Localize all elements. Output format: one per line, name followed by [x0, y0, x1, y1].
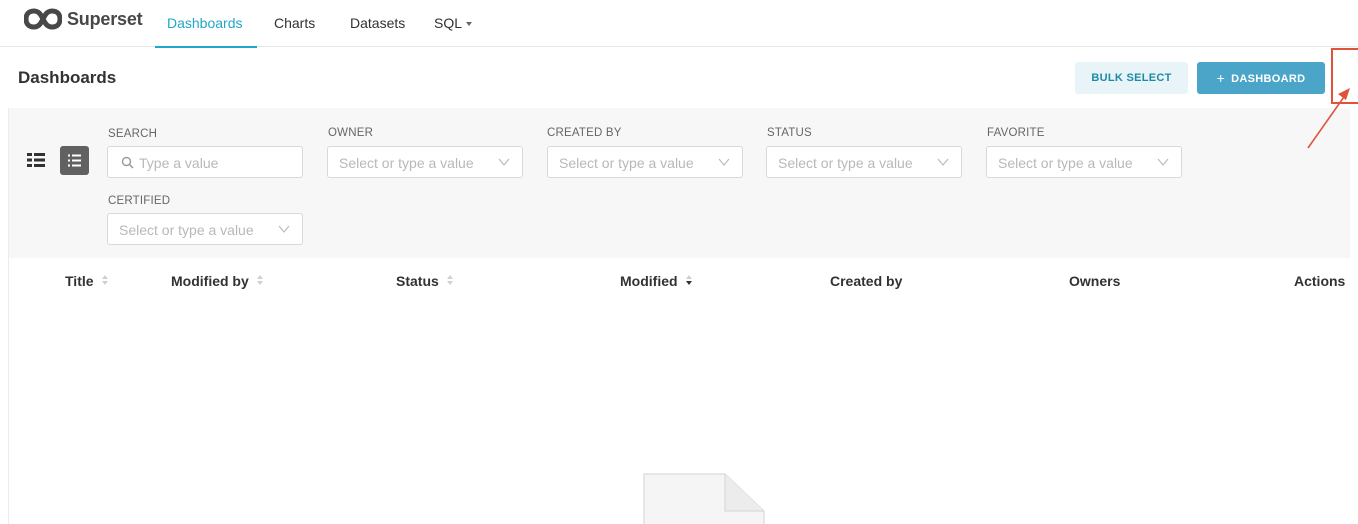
app-name: Superset: [67, 8, 143, 29]
column-title-label: Title: [65, 273, 94, 289]
sort-icon: [256, 275, 264, 287]
column-modified-label: Modified: [620, 273, 678, 289]
nav-sql-label: SQL: [434, 15, 463, 31]
column-modified-by-label: Modified by: [171, 273, 249, 289]
superset-logo[interactable]: Superset: [24, 8, 143, 30]
nav-dashboards[interactable]: Dashboards: [155, 0, 256, 48]
created-by-select[interactable]: Select or type a value: [547, 146, 743, 178]
column-created-by-label: Created by: [830, 273, 903, 289]
list-view-button[interactable]: [60, 146, 89, 175]
top-navbar: Superset Dashboards Charts Datasets SQL: [0, 0, 1358, 48]
card-view-icon[interactable]: [27, 153, 45, 167]
certified-select[interactable]: Select or type a value: [107, 213, 303, 245]
created-by-placeholder: Select or type a value: [559, 155, 694, 171]
sort-icon: [101, 275, 109, 287]
plus-icon: +: [1216, 70, 1226, 86]
sort-desc-icon: [685, 275, 693, 287]
favorite-placeholder: Select or type a value: [998, 155, 1133, 171]
annotation-arrow-icon: [1307, 88, 1350, 149]
empty-document-icon: [643, 473, 765, 524]
column-modified[interactable]: Modified: [620, 273, 693, 289]
certified-label: CERTIFIED: [108, 195, 171, 207]
chevron-down-icon: [278, 225, 290, 233]
column-status[interactable]: Status: [396, 273, 454, 289]
search-placeholder: Type a value: [139, 155, 219, 171]
status-placeholder: Select or type a value: [778, 155, 913, 171]
column-owners: Owners: [1069, 273, 1120, 289]
column-title[interactable]: Title: [65, 273, 109, 289]
sort-icon: [446, 275, 454, 287]
divider: [8, 108, 9, 524]
column-status-label: Status: [396, 273, 439, 289]
favorite-select[interactable]: Select or type a value: [986, 146, 1182, 178]
chevron-down-icon: [1157, 158, 1169, 166]
chevron-down-icon: [937, 158, 949, 166]
owner-select[interactable]: Select or type a value: [327, 146, 523, 178]
column-modified-by[interactable]: Modified by: [171, 273, 264, 289]
nav-datasets[interactable]: Datasets: [350, 0, 405, 47]
bulk-select-button[interactable]: BULK SELECT: [1075, 62, 1188, 94]
owner-placeholder: Select or type a value: [339, 155, 474, 171]
certified-placeholder: Select or type a value: [119, 222, 254, 238]
add-dashboard-label: DASHBOARD: [1231, 73, 1306, 85]
nav-charts[interactable]: Charts: [274, 0, 315, 47]
column-owners-label: Owners: [1069, 273, 1121, 289]
search-input[interactable]: Type a value: [107, 146, 303, 178]
page-title: Dashboards: [18, 68, 117, 87]
infinity-logo-icon: [24, 8, 62, 30]
search-label: SEARCH: [108, 128, 158, 140]
chevron-down-icon: [498, 158, 510, 166]
status-select[interactable]: Select or type a value: [766, 146, 962, 178]
favorite-label: FAVORITE: [987, 127, 1045, 139]
caret-down-icon: [466, 22, 473, 26]
owner-label: OWNER: [328, 127, 374, 139]
column-actions: Actions: [1294, 273, 1345, 289]
chevron-down-icon: [718, 158, 730, 166]
table-header: Title Modified by Status Modified Create…: [0, 260, 1358, 304]
status-label: STATUS: [767, 127, 812, 139]
column-created-by: Created by: [830, 273, 902, 289]
created-by-label: CREATED BY: [547, 127, 622, 139]
column-actions-label: Actions: [1294, 273, 1346, 289]
list-view-icon: [68, 154, 81, 167]
nav-sql[interactable]: SQL: [434, 0, 473, 47]
search-icon: [121, 156, 134, 169]
